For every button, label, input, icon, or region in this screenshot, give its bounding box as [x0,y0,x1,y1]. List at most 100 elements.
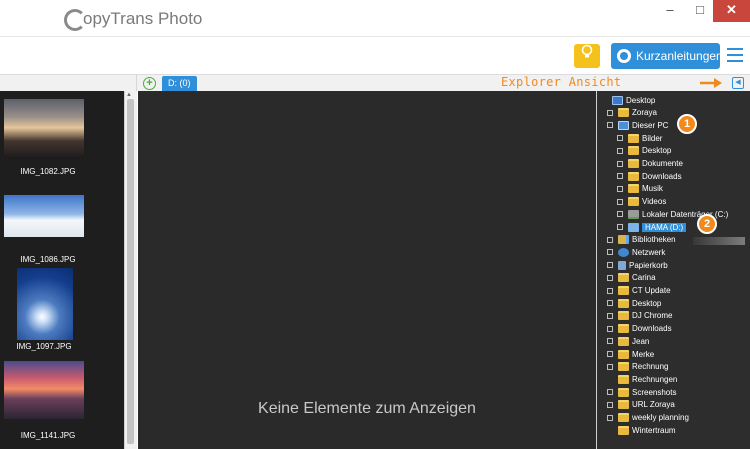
tree-item[interactable]: DJ Chrome [607,310,672,322]
tree-item-label: Desktop [642,146,672,156]
thumbnail-filename: IMG_1097.JPG [16,342,72,351]
expand-toggle[interactable] [607,236,613,243]
thumbnail-item[interactable]: IMG_1097.JPG [16,268,73,351]
folder-icon [618,108,629,118]
tree-item[interactable]: Desktop [617,145,671,157]
expand-toggle[interactable] [607,414,613,421]
tree-item[interactable]: Desktop [607,297,661,309]
minimize-button[interactable]: – [655,0,685,22]
expand-toggle[interactable] [607,262,613,269]
tab-device-d[interactable]: D: (0) [162,76,197,91]
expand-toggle[interactable] [607,389,613,396]
thumbnail-filename: IMG_1082.JPG [20,167,76,176]
tree-scroll-fade [693,237,745,245]
expand-toggle[interactable] [617,135,623,142]
tree-item[interactable]: Papierkorb [607,259,668,271]
desktop-icon [612,95,623,105]
tree-item[interactable]: Rechnungen [607,373,677,385]
expand-toggle[interactable] [617,160,623,167]
folder-icon [618,336,629,346]
expand-toggle[interactable] [607,249,613,256]
tree-item[interactable]: Screenshots [607,386,676,398]
tree-item[interactable]: URL Zoraya [607,399,675,411]
tree-item[interactable]: Downloads [607,323,672,335]
tree-item-label: HAMA (D:) [642,222,687,232]
tree-item-label: Wintertraum [632,425,676,435]
annotation-arrow-icon [700,78,722,88]
thumbnail-item[interactable]: IMG_1141.JPG [4,361,84,440]
plus-circle-icon[interactable]: + [143,77,156,90]
expand-toggle[interactable] [617,211,623,218]
tree-item[interactable]: weekly planning [607,412,689,424]
expand-toggle[interactable] [607,401,613,408]
tree-item[interactable]: Dokumente [617,158,683,170]
expand-toggle[interactable] [607,312,613,319]
photo-thumbnail[interactable] [4,361,84,419]
drive-icon [628,209,639,219]
tree-item[interactable]: Desktop [601,94,655,106]
expand-toggle[interactable] [617,224,623,230]
tree-item-label: Rechnung [632,362,669,372]
tree-item[interactable]: Jean [607,335,649,347]
expand-toggle[interactable] [617,185,623,192]
folder-icon [628,133,639,143]
photo-thumbnail[interactable] [17,268,73,340]
tree-item[interactable]: Bibliotheken [607,234,676,246]
expand-toggle[interactable] [607,274,613,281]
device-content-panel [138,91,596,449]
expand-toggle[interactable] [607,122,613,129]
expand-toggle[interactable] [607,351,613,357]
tree-item[interactable]: Merke [607,348,654,360]
quick-guide-button[interactable]: Kurzanleitungen [611,43,723,69]
tree-item[interactable]: Musik [617,183,663,195]
expand-toggle[interactable] [617,198,623,205]
explorer-tree-panel: Desktop Zoraya Dieser PC Bilder Desktop Dokum… [596,91,750,449]
scroll-up-arrow-icon[interactable]: ▲ [126,92,132,98]
expand-toggle[interactable] [607,109,613,116]
tree-item[interactable]: Zoraya [607,107,657,119]
tree-item-label: Bibliotheken [632,235,676,245]
title-bar: opyTrans Photo – □ ✕ [0,0,750,37]
expand-toggle[interactable] [607,338,613,345]
expand-toggle[interactable] [607,325,613,332]
expand-toggle[interactable] [607,363,613,370]
expand-toggle[interactable] [617,173,623,180]
folder-icon [618,286,629,295]
expand-toggle[interactable] [617,147,623,154]
folder-icon [618,311,629,321]
tree-item-label: Merke [632,349,655,359]
expand-toggle[interactable] [607,300,613,307]
expand-toggle[interactable] [607,287,613,294]
tree-item-label: Zoraya [632,108,657,118]
tree-item[interactable]: Wintertraum [607,424,676,436]
tree-item-label: Netzwerk [632,247,666,257]
tree-item[interactable]: Carina [607,272,656,284]
tree-item-label: Desktop [626,95,656,105]
pc-icon [618,120,629,130]
tree-item[interactable]: HAMA (D:) [617,221,687,233]
thumbnail-item[interactable]: IMG_1082.JPG [4,99,84,176]
tree-item-label: Musik [642,184,663,194]
tree-item-label: Downloads [632,324,672,334]
tree-item[interactable]: Dieser PC [607,119,668,131]
folder-icon [628,184,639,194]
folder-icon [628,171,639,181]
tree-item[interactable]: Downloads [617,170,682,182]
folder-icon [618,298,629,308]
thumbnail-item[interactable]: IMG_1086.JPG [4,195,84,264]
maximize-button[interactable]: □ [685,0,715,22]
photo-thumbnail[interactable] [4,195,84,237]
explorer-toggle-button[interactable]: ◀ [732,77,744,89]
tips-button[interactable] [574,44,600,68]
hamburger-menu-icon[interactable] [727,48,743,62]
trash-icon [618,260,626,270]
close-button[interactable]: ✕ [713,0,750,22]
tree-item[interactable]: CT Update [607,285,671,297]
thumbnail-scrollbar-thumb[interactable] [127,99,134,444]
tree-item[interactable]: Netzwerk [607,246,665,258]
tree-item[interactable]: Bilder [617,132,662,144]
photo-thumbnail[interactable] [4,99,84,159]
tree-item[interactable]: Rechnung [607,361,668,373]
tree-item[interactable]: Videos [617,196,666,208]
lifebuoy-icon [617,49,631,63]
